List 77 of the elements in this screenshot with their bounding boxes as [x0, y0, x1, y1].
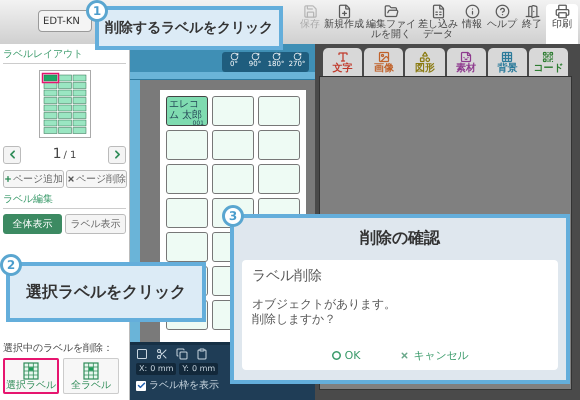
dialog-title: 削除の確認	[360, 227, 440, 249]
delete-label-button[interactable]: 全ラベル	[63, 358, 119, 394]
section-title: 選択中のラベルを削除：	[3, 342, 114, 356]
view-toggle[interactable]: 全体表示	[3, 214, 62, 234]
label-cell[interactable]	[166, 198, 208, 228]
door-icon	[524, 4, 540, 19]
folder-icon	[384, 4, 398, 19]
page-button[interactable]: ページ削除	[66, 170, 127, 188]
spreadsheet-icon	[430, 4, 446, 19]
object-tab[interactable]: 背景	[488, 48, 527, 76]
coordinate-field[interactable]: X: 0 mm	[136, 363, 176, 375]
toolbar-button[interactable]: 情報	[460, 4, 484, 30]
page-total: / 1	[64, 149, 76, 163]
circle-icon	[332, 351, 341, 360]
rotate-icon	[250, 52, 260, 61]
square-icon	[136, 348, 148, 360]
toolbar-button[interactable]: 印刷	[546, 4, 578, 44]
layout-thumbnail-drawing	[38, 70, 90, 138]
label-cell[interactable]	[258, 130, 300, 160]
toolbar-button[interactable]: 差し込みデータ	[418, 4, 458, 40]
rotate-icon	[292, 52, 302, 61]
clipboard-icon	[196, 348, 208, 360]
copy-icon	[176, 348, 188, 360]
file-name-field[interactable]: EDT-KN	[38, 10, 92, 32]
toolbar-button[interactable]: 新規作成	[324, 4, 364, 30]
info-icon	[464, 4, 480, 19]
label-name: エレコム 太郎	[169, 99, 202, 121]
dialog-message: オブジェクトがあります。	[252, 297, 397, 312]
qr-code-icon	[542, 50, 554, 62]
next-page-button[interactable]	[108, 146, 126, 164]
object-tab[interactable]: 素材	[446, 48, 486, 76]
toolbar-button[interactable]: 編集ファイルを開く	[366, 4, 416, 40]
callout-text: 選択ラベルをクリック	[26, 281, 186, 303]
page-button[interactable]: ページ追加	[3, 170, 64, 188]
dialog-message: 削除しますか？	[252, 312, 337, 327]
checkbox[interactable]	[136, 380, 146, 390]
toolbar-button[interactable]: ヘルプ	[486, 4, 518, 30]
label-cell[interactable]	[166, 130, 208, 160]
previous-page-button[interactable]	[3, 146, 21, 164]
label-cell[interactable]	[212, 96, 254, 126]
new-file-icon	[336, 4, 352, 19]
page-number: 1	[52, 145, 62, 164]
label-cell[interactable]	[212, 130, 254, 160]
label-sheet-icon	[83, 362, 99, 380]
object-tab[interactable]: コード	[528, 48, 568, 76]
plus-icon	[4, 175, 12, 183]
dialog-heading: ラベル削除	[252, 267, 323, 286]
label-cell[interactable]	[166, 164, 208, 194]
label-cell[interactable]	[258, 164, 300, 194]
dialog-button[interactable]: OK	[332, 348, 360, 364]
close-icon	[67, 175, 75, 183]
object-tab[interactable]: 文字	[323, 48, 362, 76]
check-icon	[136, 381, 146, 390]
sticker-icon	[460, 50, 472, 62]
label-cell[interactable]	[212, 164, 254, 194]
pattern-icon	[501, 50, 514, 62]
view-toggle[interactable]: ラベル表示	[65, 214, 126, 234]
close-icon	[400, 351, 410, 360]
checkbox-label: ラベル枠を表示	[149, 378, 219, 393]
scissors-icon	[156, 348, 168, 360]
rotate-icon	[272, 52, 280, 61]
image-icon	[378, 50, 390, 62]
label-cell[interactable]	[258, 96, 300, 126]
delete-label-button[interactable]: 選択ラベル	[3, 358, 59, 394]
shapes-icon	[418, 50, 431, 62]
rotate-icon	[230, 52, 238, 61]
toolbar-button[interactable]: 終了	[520, 4, 544, 30]
label-sheet-icon	[23, 362, 39, 380]
label-cell[interactable]	[166, 232, 208, 262]
letter-icon	[336, 50, 349, 62]
section-title: ラベル編集	[3, 192, 126, 209]
printer-icon	[554, 4, 570, 19]
callout-text: 削除するラベルをクリック	[105, 18, 273, 38]
save-icon	[302, 4, 318, 19]
help-icon	[494, 4, 510, 19]
coordinate-field[interactable]: Y: 0 mm	[179, 363, 218, 375]
dialog-button[interactable]: キャンセル	[400, 348, 468, 364]
